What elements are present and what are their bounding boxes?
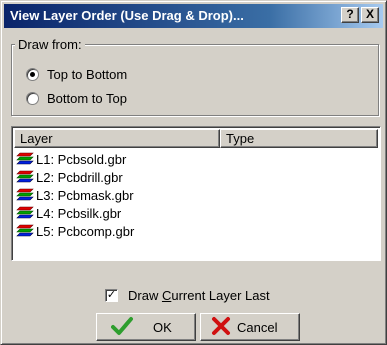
radio-button[interactable] <box>26 68 39 81</box>
radio-label: Bottom to Top <box>47 91 127 106</box>
layer-stack-icon <box>16 224 34 238</box>
help-button[interactable]: ? <box>341 7 359 23</box>
layer-stack-icon <box>16 152 34 166</box>
close-button[interactable]: X <box>361 7 379 23</box>
list-item[interactable]: L4: Pcbsilk.gbr <box>16 204 121 222</box>
red-x-icon <box>211 316 231 339</box>
draw-from-legend: Draw from: <box>15 37 85 52</box>
list-item[interactable]: L5: Pcbcomp.gbr <box>16 222 134 240</box>
layer-name: L4: Pcbsilk.gbr <box>36 205 122 221</box>
layer-name: L1: Pcbsold.gbr <box>36 151 127 167</box>
checkbox-label: Draw Current Layer Last <box>128 288 270 303</box>
cancel-label: Cancel <box>237 319 278 335</box>
view-layer-order-dialog: View Layer Order (Use Drag & Drop)... ? … <box>0 0 387 345</box>
ok-button[interactable]: OK <box>96 313 196 341</box>
window-title: View Layer Order (Use Drag & Drop)... <box>10 8 244 23</box>
draw-current-layer-last-checkbox[interactable]: ✓ <box>105 289 118 302</box>
column-header-type[interactable]: Type <box>220 129 378 148</box>
layer-name: L5: Pcbcomp.gbr <box>36 223 135 239</box>
layer-stack-icon <box>16 188 34 202</box>
layer-stack-icon <box>16 206 34 220</box>
list-header: Layer Type <box>14 129 378 148</box>
list-item[interactable]: L2: Pcbdrill.gbr <box>16 168 123 186</box>
draw-current-layer-last-option[interactable]: ✓ Draw Current Layer Last <box>105 288 270 303</box>
layer-name: L3: Pcbmask.gbr <box>36 187 134 203</box>
radio-bottom-to-top[interactable]: Bottom to Top <box>26 91 127 106</box>
layer-list[interactable]: Layer Type L1: Pcbsold.gbr L2: Pcbdrill.… <box>11 126 381 261</box>
radio-label: Top to Bottom <box>47 67 128 82</box>
ok-label: OK <box>153 319 172 335</box>
list-item[interactable]: L1: Pcbsold.gbr <box>16 150 126 168</box>
radio-button[interactable] <box>26 92 39 105</box>
cancel-button[interactable]: Cancel <box>200 313 300 341</box>
column-header-layer[interactable]: Layer <box>14 129 220 148</box>
list-item[interactable]: L3: Pcbmask.gbr <box>16 186 134 204</box>
layer-stack-icon <box>16 170 34 184</box>
layer-name: L2: Pcbdrill.gbr <box>36 169 123 185</box>
radio-top-to-bottom[interactable]: Top to Bottom <box>26 67 127 82</box>
title-bar[interactable]: View Layer Order (Use Drag & Drop)... ? … <box>4 4 383 28</box>
checkmark-icon <box>111 316 133 339</box>
